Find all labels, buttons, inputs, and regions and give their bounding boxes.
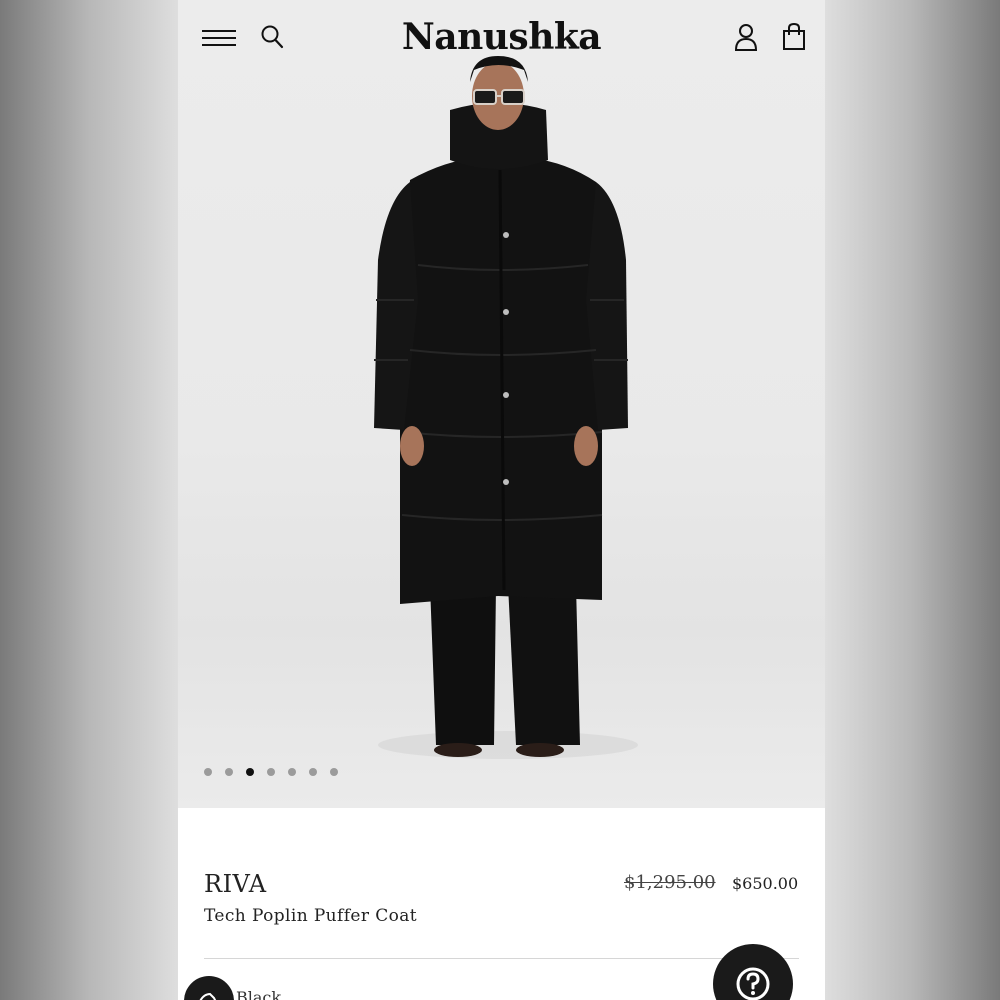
carousel-dot[interactable] [225,768,233,776]
divider [204,958,799,959]
shopping-bag-icon[interactable] [781,22,807,52]
selected-color-label: Black [236,988,282,1000]
carousel-dot[interactable] [330,768,338,776]
product-subtitle: Tech Poplin Puffer Coat [204,906,418,926]
carousel-pagination[interactable] [204,768,338,778]
product-info: RIVA Tech Poplin Puffer Coat $1,295.00 $… [178,808,825,1000]
product-name: RIVA [204,870,267,898]
hamburger-menu-icon[interactable] [202,28,236,48]
carousel-dot-active[interactable] [246,768,254,776]
original-price: $1,295.00 [624,872,716,893]
product-photo [374,56,638,759]
product-image-carousel[interactable] [178,0,825,808]
carousel-dot[interactable] [309,768,317,776]
search-icon[interactable] [260,24,284,50]
carousel-dot[interactable] [288,768,296,776]
question-icon [736,967,770,1000]
color-swatch-icon[interactable] [184,976,234,1000]
carousel-dot[interactable] [267,768,275,776]
site-header: Nanushka [178,0,825,78]
account-icon[interactable] [733,22,759,52]
mobile-page: Nanushka RIVA Tech Poplin Puffer Coat $1… [178,0,825,1000]
sale-price: $650.00 [732,874,799,893]
help-button[interactable] [713,944,793,1000]
carousel-dot[interactable] [204,768,212,776]
